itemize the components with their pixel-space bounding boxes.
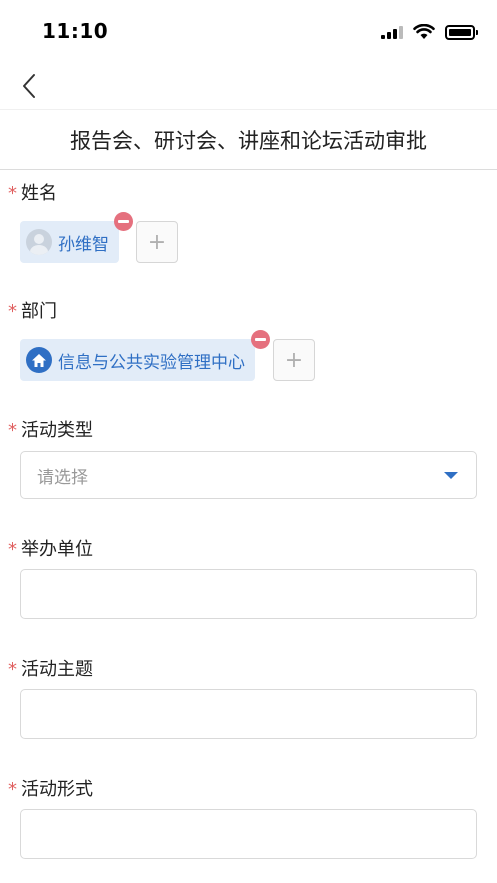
format-input[interactable] — [20, 809, 477, 859]
add-department-button[interactable]: + — [273, 339, 315, 381]
back-button[interactable] — [14, 68, 44, 104]
activity-type-label: * 活动类型 — [8, 420, 93, 441]
required-mark: * — [8, 183, 17, 204]
activity-type-placeholder: 请选择 — [37, 467, 88, 488]
status-time: 11:10 — [42, 19, 109, 43]
nav-bar — [0, 62, 497, 110]
department-chip[interactable]: 信息与公共实验管理中心 — [20, 339, 255, 381]
remove-name-button[interactable] — [114, 212, 133, 231]
theme-input[interactable] — [20, 689, 477, 739]
format-label: * 活动形式 — [8, 779, 93, 800]
required-mark: * — [8, 779, 17, 800]
page-title: 报告会、研讨会、讲座和论坛活动审批 — [0, 110, 497, 170]
required-mark: * — [8, 659, 17, 680]
status-bar: 11:10 — [0, 0, 497, 62]
chevron-left-icon — [23, 74, 35, 98]
add-name-button[interactable]: + — [136, 221, 178, 263]
wifi-icon — [413, 24, 435, 39]
organizer-input[interactable] — [20, 569, 477, 619]
department-chip-label: 信息与公共实验管理中心 — [58, 352, 245, 373]
organizer-label: * 举办单位 — [8, 539, 93, 560]
required-mark: * — [8, 539, 17, 560]
department-label: * 部门 — [8, 301, 57, 322]
cellular-signal-icon — [381, 25, 403, 39]
caret-down-icon — [444, 472, 458, 479]
battery-icon — [445, 24, 478, 40]
remove-department-button[interactable] — [251, 330, 270, 349]
status-icons — [381, 22, 478, 42]
name-chip-label: 孙维智 — [58, 234, 109, 255]
required-mark: * — [8, 420, 17, 441]
name-label: * 姓名 — [8, 183, 57, 204]
theme-label: * 活动主题 — [8, 659, 93, 680]
name-chip[interactable]: 孙维智 — [20, 221, 119, 263]
required-mark: * — [8, 301, 17, 322]
activity-type-select[interactable]: 请选择 — [20, 451, 477, 499]
home-icon — [26, 347, 52, 373]
avatar — [26, 229, 52, 255]
